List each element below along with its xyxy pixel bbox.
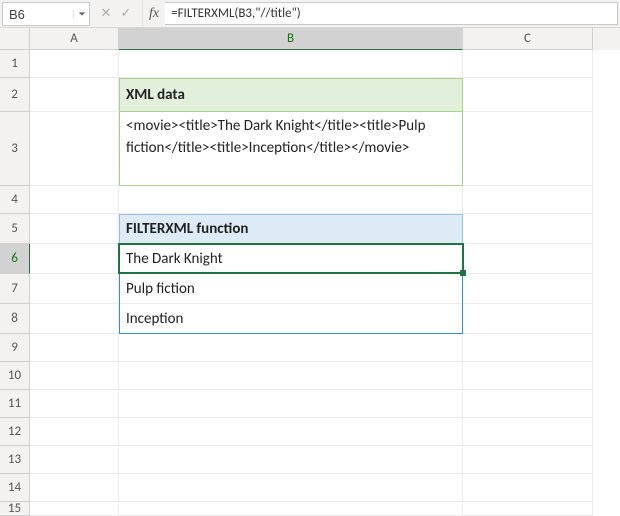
cell-b2-xml-header[interactable]: XML data xyxy=(119,78,463,112)
row-header[interactable]: 5 xyxy=(0,214,30,244)
confirm-icon[interactable]: ✓ xyxy=(118,6,134,21)
row-15: 15 xyxy=(0,502,620,516)
cell-c1[interactable] xyxy=(463,50,593,78)
fx-button[interactable]: fx xyxy=(143,0,165,27)
cell-b14[interactable] xyxy=(119,474,463,502)
cell-a8[interactable] xyxy=(30,304,119,334)
row-header[interactable]: 11 xyxy=(0,390,30,418)
row-6: 6 The Dark Knight xyxy=(0,244,620,274)
row-header[interactable]: 12 xyxy=(0,418,30,446)
formula-toolbar: ✕ ✓ fx =FILTERXML(B3,"//title") xyxy=(0,0,620,28)
cell-b10[interactable] xyxy=(119,362,463,390)
cell-c14[interactable] xyxy=(463,474,593,502)
row-header[interactable]: 4 xyxy=(0,186,30,214)
row-3: 3 <movie><title>The Dark Knight</title><… xyxy=(0,112,620,186)
row-header[interactable]: 1 xyxy=(0,50,30,78)
cell-a2[interactable] xyxy=(30,78,119,112)
row-header[interactable]: 8 xyxy=(0,304,30,334)
row-9: 9 xyxy=(0,334,620,362)
fill-handle[interactable] xyxy=(460,270,466,276)
cell-a1[interactable] xyxy=(30,50,119,78)
row-1: 1 xyxy=(0,50,620,78)
cell-c8[interactable] xyxy=(463,304,593,334)
cell-b5-func-header[interactable]: FILTERXML function xyxy=(119,214,463,244)
col-header-b[interactable]: B xyxy=(119,28,463,50)
cell-b4[interactable] xyxy=(119,186,463,214)
row-header[interactable]: 14 xyxy=(0,474,30,502)
cell-c11[interactable] xyxy=(463,390,593,418)
cell-b3-xml-body[interactable]: <movie><title>The Dark Knight</title><ti… xyxy=(119,112,463,186)
cancel-icon[interactable]: ✕ xyxy=(98,6,114,21)
row-14: 14 xyxy=(0,474,620,502)
cell-a15[interactable] xyxy=(30,502,119,516)
col-header-c[interactable]: C xyxy=(463,28,593,50)
cell-b15[interactable] xyxy=(119,502,463,516)
row-header[interactable]: 13 xyxy=(0,446,30,474)
column-headers: A B C xyxy=(0,28,620,50)
cell-b12[interactable] xyxy=(119,418,463,446)
cell-a5[interactable] xyxy=(30,214,119,244)
cell-b11[interactable] xyxy=(119,390,463,418)
cell-a10[interactable] xyxy=(30,362,119,390)
cell-a14[interactable] xyxy=(30,474,119,502)
row-11: 11 xyxy=(0,390,620,418)
row-4: 4 xyxy=(0,186,620,214)
row-header[interactable]: 15 xyxy=(0,502,30,516)
select-all-corner[interactable] xyxy=(0,28,30,50)
row-8: 8 Inception xyxy=(0,304,620,334)
formula-bar[interactable]: =FILTERXML(B3,"//title") xyxy=(165,2,618,25)
cell-b13[interactable] xyxy=(119,446,463,474)
cell-c9[interactable] xyxy=(463,334,593,362)
row-5: 5 FILTERXML function xyxy=(0,214,620,244)
cell-a7[interactable] xyxy=(30,274,119,304)
cell-c6[interactable] xyxy=(463,244,593,274)
row-7: 7 Pulp fiction xyxy=(0,274,620,304)
cell-c4[interactable] xyxy=(463,186,593,214)
cell-b9[interactable] xyxy=(119,334,463,362)
spreadsheet-grid: A B C 1 2 XML data 3 <movie><title>The D… xyxy=(0,28,620,516)
row-10: 10 xyxy=(0,362,620,390)
cell-a9[interactable] xyxy=(30,334,119,362)
cell-c5[interactable] xyxy=(463,214,593,244)
cell-c10[interactable] xyxy=(463,362,593,390)
cell-c13[interactable] xyxy=(463,446,593,474)
row-header[interactable]: 9 xyxy=(0,334,30,362)
cell-a4[interactable] xyxy=(30,186,119,214)
cell-c3[interactable] xyxy=(463,112,593,186)
formula-edit-buttons: ✕ ✓ xyxy=(90,0,143,27)
cell-a6[interactable] xyxy=(30,244,119,274)
cell-a12[interactable] xyxy=(30,418,119,446)
row-header[interactable]: 10 xyxy=(0,362,30,390)
row-header[interactable]: 6 xyxy=(0,244,30,274)
cell-b6-result[interactable]: The Dark Knight xyxy=(119,244,463,274)
row-header[interactable]: 3 xyxy=(0,112,30,186)
cell-b1[interactable] xyxy=(119,50,463,78)
grid-rows: 1 2 XML data 3 <movie><title>The Dark Kn… xyxy=(0,50,620,516)
row-12: 12 xyxy=(0,418,620,446)
cell-c7[interactable] xyxy=(463,274,593,304)
name-box-wrap xyxy=(2,2,90,26)
cell-b7-result[interactable]: Pulp fiction xyxy=(119,274,463,304)
row-header[interactable]: 2 xyxy=(0,78,30,112)
cell-c15[interactable] xyxy=(463,502,593,516)
cell-c12[interactable] xyxy=(463,418,593,446)
cell-a3[interactable] xyxy=(30,112,119,186)
chevron-down-icon xyxy=(78,10,86,18)
row-2: 2 XML data xyxy=(0,78,620,112)
cell-a13[interactable] xyxy=(30,446,119,474)
name-box-dropdown[interactable] xyxy=(73,10,89,18)
col-header-a[interactable]: A xyxy=(30,28,119,50)
cell-b8-result[interactable]: Inception xyxy=(119,304,463,334)
row-header[interactable]: 7 xyxy=(0,274,30,304)
name-box[interactable] xyxy=(3,7,73,22)
cell-c2[interactable] xyxy=(463,78,593,112)
cell-a11[interactable] xyxy=(30,390,119,418)
row-13: 13 xyxy=(0,446,620,474)
